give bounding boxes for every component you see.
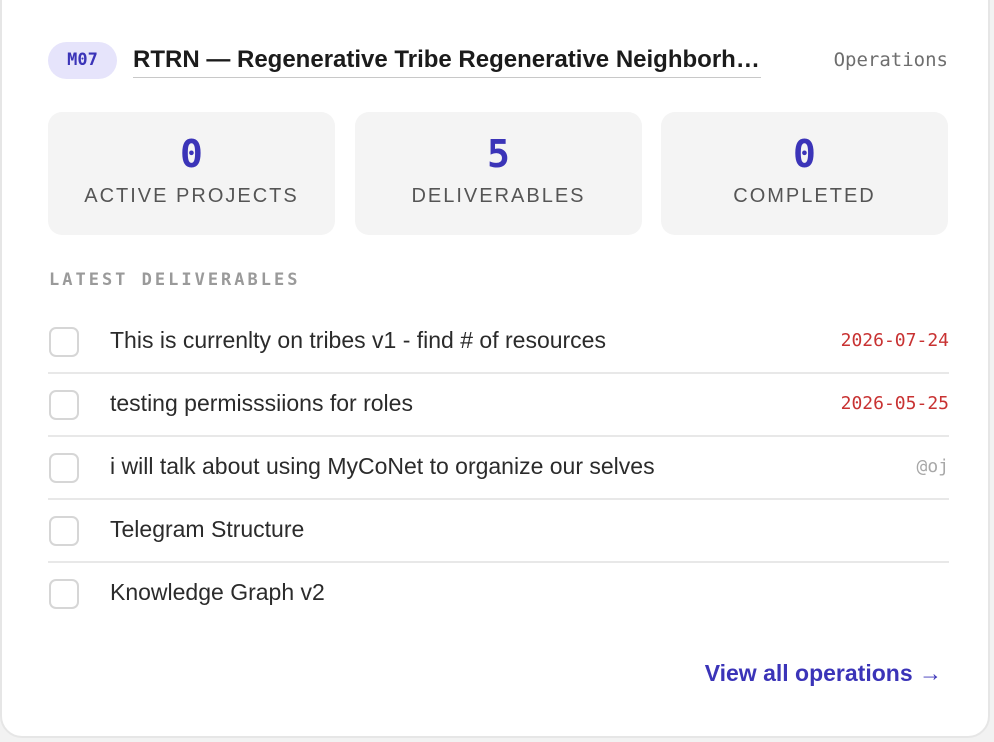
- section-title: LATEST DELIVERABLES: [49, 270, 301, 290]
- deliverable-checkbox[interactable]: [49, 516, 79, 546]
- deliverable-text: testing permisssiions for roles: [110, 390, 413, 416]
- deliverable-item: Knowledge Graph v2: [48, 563, 949, 626]
- stat-label: COMPLETED: [733, 185, 876, 207]
- view-all-operations-link[interactable]: View all operations →: [705, 660, 942, 687]
- code-badge: M07: [48, 42, 117, 79]
- stat-deliverables: 5 DELIVERABLES: [355, 112, 642, 235]
- deliverable-text: Knowledge Graph v2: [110, 579, 325, 605]
- due-date: 2026-07-24: [840, 330, 949, 351]
- deliverable-item: i will talk about using MyCoNet to organ…: [48, 437, 949, 500]
- stat-value: 0: [180, 132, 203, 176]
- deliverables-list: This is currenlty on tribes v1 - find # …: [48, 311, 949, 626]
- deliverable-checkbox[interactable]: [49, 453, 79, 483]
- stat-label: DELIVERABLES: [411, 185, 586, 207]
- stat-value: 0: [793, 132, 816, 176]
- stat-completed: 0 COMPLETED: [661, 112, 948, 235]
- card-header: M07 RTRN — Regenerative Tribe Regenerati…: [48, 42, 948, 80]
- deliverable-item: testing permisssiions for roles 2026-05-…: [48, 374, 949, 437]
- deliverable-text: i will talk about using MyCoNet to organ…: [110, 453, 655, 479]
- operations-card: M07 RTRN — Regenerative Tribe Regenerati…: [0, 0, 990, 738]
- due-date: 2026-05-25: [840, 393, 949, 414]
- deliverable-checkbox[interactable]: [49, 579, 79, 609]
- stat-active-projects: 0 ACTIVE PROJECTS: [48, 112, 335, 235]
- deliverable-item: Telegram Structure: [48, 500, 949, 563]
- deliverable-checkbox[interactable]: [49, 327, 79, 357]
- stat-label: ACTIVE PROJECTS: [84, 185, 299, 207]
- deliverable-text: Telegram Structure: [110, 516, 305, 542]
- deliverable-text: This is currenlty on tribes v1 - find # …: [110, 327, 606, 353]
- stats-row: 0 ACTIVE PROJECTS 5 DELIVERABLES 0 COMPL…: [48, 112, 948, 235]
- deliverable-item: This is currenlty on tribes v1 - find # …: [48, 311, 949, 374]
- assignee-handle: @oj: [916, 456, 949, 477]
- stat-value: 5: [487, 132, 510, 176]
- category-label: Operations: [833, 49, 948, 71]
- card-title-link[interactable]: RTRN — Regenerative Tribe Regenerative N…: [133, 46, 761, 78]
- deliverable-checkbox[interactable]: [49, 390, 79, 420]
